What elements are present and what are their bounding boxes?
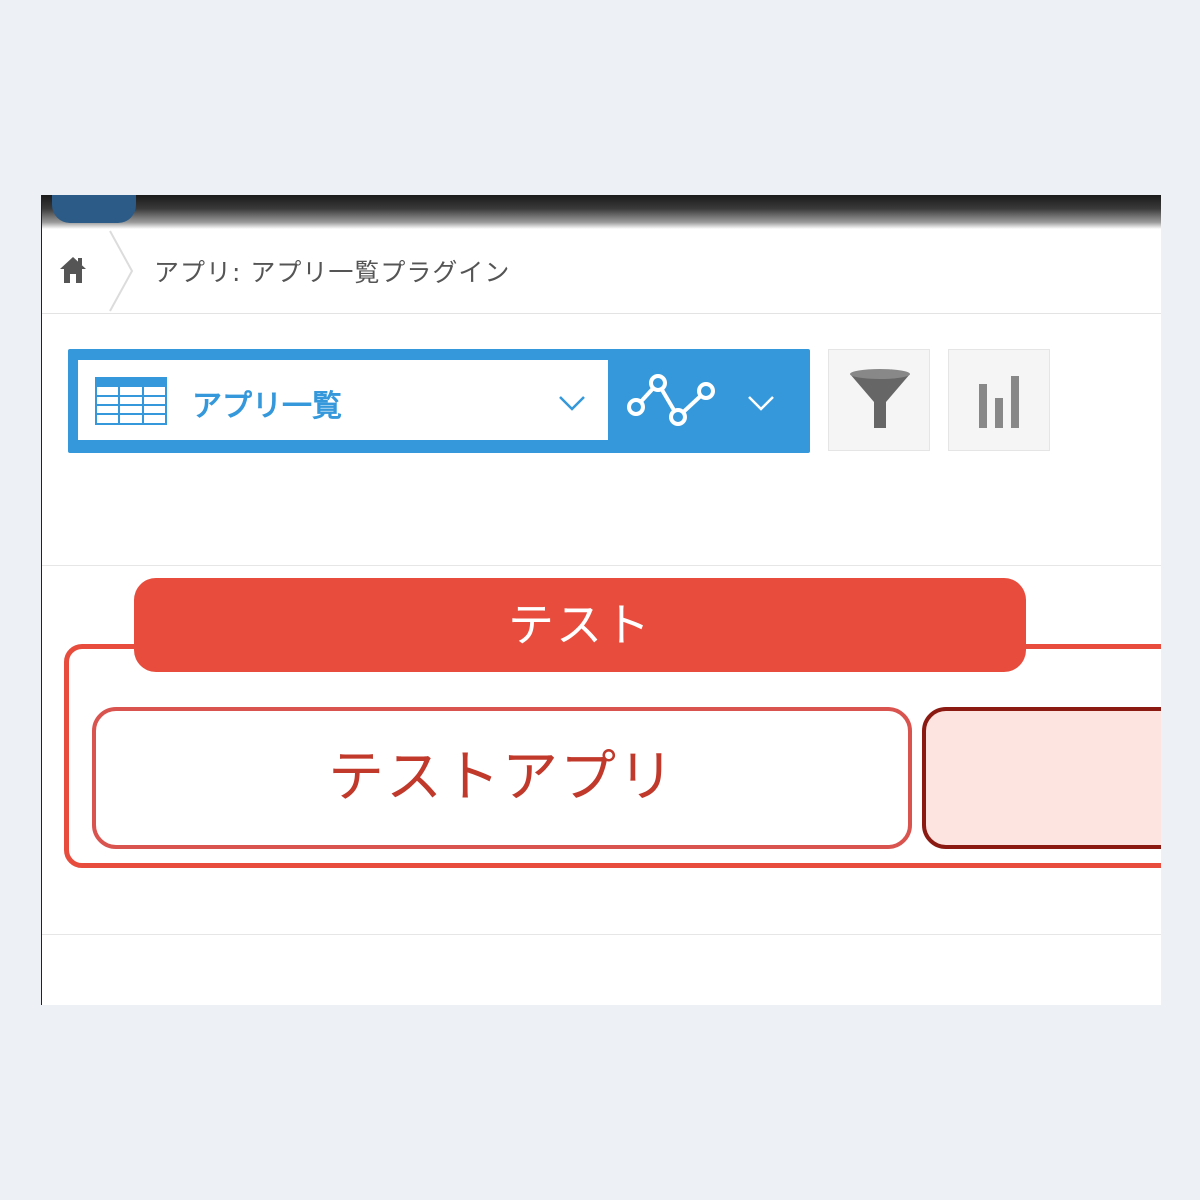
view-name: アプリ一覧 [192, 389, 342, 424]
view-dropdown[interactable]: アプリ一覧 [78, 360, 608, 440]
section-divider [42, 934, 1161, 935]
chevron-down-icon [748, 396, 774, 411]
header-tab[interactable] [52, 195, 136, 223]
chevron-down-icon [559, 396, 585, 411]
app-tile[interactable] [922, 707, 1161, 849]
app-window: アプリ: アプリ一覧プラグイン アプリ一覧 テスト テストアプリ [41, 195, 1161, 1005]
app-group-title: テスト [134, 578, 1026, 672]
filter-button[interactable] [828, 349, 930, 451]
view-selector: アプリ一覧 [68, 349, 810, 453]
bar-chart-icon [979, 376, 1019, 428]
header-bar [42, 195, 1161, 229]
breadcrumb: アプリ: アプリ一覧プラグイン [42, 229, 1161, 314]
home-icon [60, 257, 86, 283]
graph-view-dropdown[interactable] [610, 349, 810, 453]
section-divider [42, 565, 1161, 566]
breadcrumb-app-path[interactable]: アプリ: アプリ一覧プラグイン [154, 253, 510, 289]
graph-settings-button[interactable] [948, 349, 1050, 451]
app-tile[interactable]: テストアプリ [92, 707, 912, 849]
filter-icon [850, 369, 910, 428]
line-chart-icon [627, 374, 715, 426]
breadcrumb-separator [109, 230, 134, 312]
table-icon [95, 377, 167, 425]
